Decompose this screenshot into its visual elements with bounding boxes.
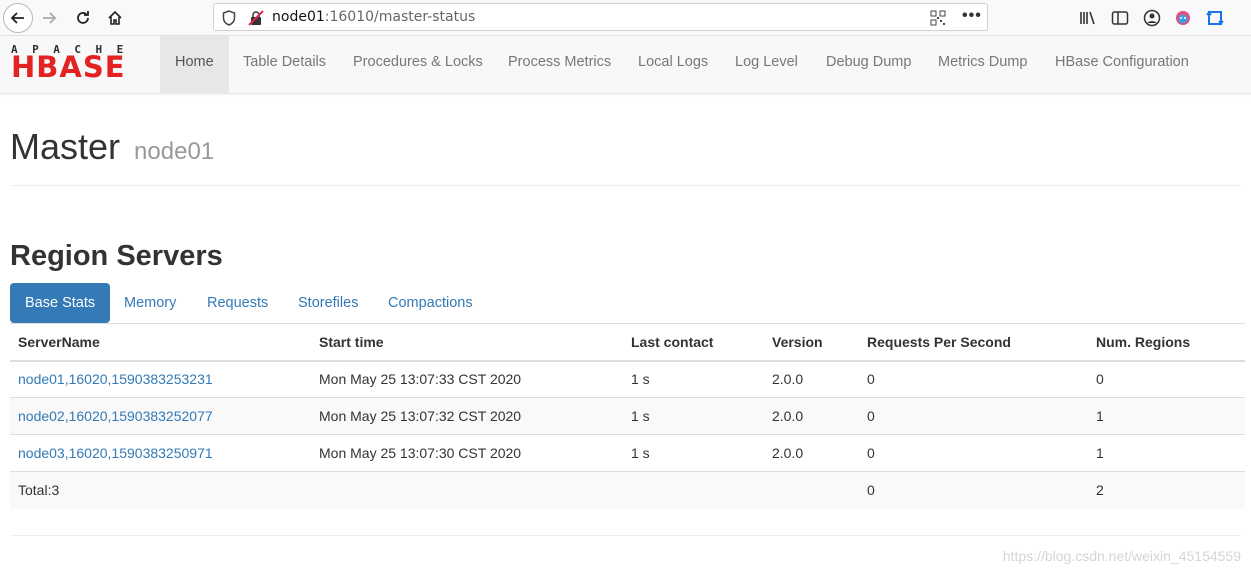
total-label-cell: Total:3: [10, 471, 311, 509]
total-requests-cell: 0: [859, 471, 1088, 509]
tab-memory[interactable]: Memory: [109, 283, 191, 323]
last-contact-cell: 1 s: [623, 397, 764, 435]
qr-code-icon[interactable]: [930, 10, 946, 31]
column-header[interactable]: Version: [764, 323, 859, 362]
total-row: Total:3 0 2: [10, 471, 1245, 509]
browser-toolbar: node01:16010/master-status •••: [0, 0, 1251, 36]
reload-icon: [77, 11, 89, 24]
column-header[interactable]: Requests Per Second: [859, 323, 1088, 362]
num-regions-cell: 1: [1088, 397, 1245, 435]
server-name-cell: node01,16020,1590383253231: [10, 360, 311, 398]
reload-button[interactable]: [68, 3, 98, 33]
start-time-cell: Mon May 25 13:07:30 CST 2020: [311, 434, 623, 472]
url-path: :16010/master-status: [324, 9, 476, 25]
total-empty-cell: [764, 471, 859, 509]
page-subtitle: node01: [134, 138, 215, 165]
logo-hbase-text: HBASE: [11, 50, 126, 84]
last-contact-cell: 1 s: [623, 434, 764, 472]
column-header[interactable]: Last contact: [623, 323, 764, 362]
page-header: Master node01: [10, 126, 1241, 186]
url-host: node01: [272, 9, 325, 25]
nav-hbase-configuration[interactable]: HBase Configuration: [1040, 36, 1204, 94]
region-servers-title: Region Servers: [10, 240, 223, 272]
total-empty-cell: [311, 471, 623, 509]
server-name-cell: node03,16020,1590383250971: [10, 434, 311, 472]
column-header[interactable]: Start time: [311, 323, 623, 362]
version-cell: 2.0.0: [764, 360, 859, 398]
column-header[interactable]: Num. Regions: [1088, 323, 1245, 362]
nav-process-metrics[interactable]: Process Metrics: [493, 36, 626, 94]
insecure-connection-icon[interactable]: [248, 10, 264, 31]
server-link[interactable]: node03,16020,1590383250971: [18, 445, 213, 461]
table-row: node01,16020,1590383253231 Mon May 25 13…: [10, 360, 1245, 398]
server-name-cell: node02,16020,1590383252077: [10, 397, 311, 435]
bottom-divider: [10, 535, 1241, 536]
shield-icon[interactable]: [222, 10, 236, 31]
more-actions-icon[interactable]: •••: [962, 7, 982, 25]
back-button[interactable]: [3, 3, 33, 33]
tab-base-stats[interactable]: Base Stats: [10, 283, 111, 323]
region-servers-table: ServerName Start time Last contact Versi…: [10, 323, 1245, 509]
extension-icon[interactable]: [1173, 8, 1193, 28]
nav-metrics-dump[interactable]: Metrics Dump: [923, 36, 1042, 94]
hbase-logo[interactable]: APACHE HBASE: [11, 43, 147, 84]
arrow-left-icon: [10, 12, 24, 24]
forward-button[interactable]: [34, 3, 64, 33]
num-regions-cell: 1: [1088, 434, 1245, 472]
account-icon[interactable]: [1142, 8, 1162, 28]
column-header[interactable]: ServerName: [10, 323, 311, 362]
total-empty-cell: [623, 471, 764, 509]
total-regions-cell: 2: [1088, 471, 1245, 509]
start-time-cell: Mon May 25 13:07:33 CST 2020: [311, 360, 623, 398]
start-time-cell: Mon May 25 13:07:32 CST 2020: [311, 397, 623, 435]
requests-per-second-cell: 0: [859, 360, 1088, 398]
address-bar[interactable]: node01:16010/master-status •••: [213, 3, 988, 31]
table-header-row: ServerName Start time Last contact Versi…: [10, 323, 1245, 362]
nav-local-logs[interactable]: Local Logs: [623, 36, 723, 94]
page-title: Master node01: [10, 126, 1241, 168]
nav-table-details[interactable]: Table Details: [228, 36, 341, 94]
library-icon[interactable]: [1078, 8, 1098, 28]
app-navbar: APACHE HBASE Home Table Details Procedur…: [0, 36, 1251, 94]
version-cell: 2.0.0: [764, 397, 859, 435]
num-regions-cell: 0: [1088, 360, 1245, 398]
tab-requests[interactable]: Requests: [192, 283, 283, 323]
region-servers-table-wrap: ServerName Start time Last contact Versi…: [10, 323, 1245, 509]
requests-per-second-cell: 0: [859, 434, 1088, 472]
home-icon: [108, 10, 122, 25]
table-row: node03,16020,1590383250971 Mon May 25 13…: [10, 434, 1245, 472]
nav-log-level[interactable]: Log Level: [720, 36, 813, 94]
last-contact-cell: 1 s: [623, 360, 764, 398]
url-text[interactable]: node01:16010/master-status: [272, 9, 475, 25]
nav-home[interactable]: Home: [160, 36, 229, 94]
nav-procedures-locks[interactable]: Procedures & Locks: [338, 36, 498, 94]
tab-storefiles[interactable]: Storefiles: [283, 283, 373, 323]
sidebar-icon[interactable]: [1110, 8, 1130, 28]
nav-debug-dump[interactable]: Debug Dump: [811, 36, 926, 94]
watermark-text: https://blog.csdn.net/weixin_45154559: [1002, 548, 1241, 564]
arrow-right-icon: [43, 12, 57, 24]
server-link[interactable]: node02,16020,1590383252077: [18, 408, 213, 424]
version-cell: 2.0.0: [764, 434, 859, 472]
tab-compactions[interactable]: Compactions: [373, 283, 488, 323]
table-row: node02,16020,1590383252077 Mon May 25 13…: [10, 397, 1245, 435]
server-link[interactable]: node01,16020,1590383253231: [18, 371, 213, 387]
requests-per-second-cell: 0: [859, 397, 1088, 435]
page-title-text: Master: [10, 126, 121, 167]
home-button[interactable]: [100, 3, 130, 33]
sync-icon[interactable]: [1205, 8, 1225, 28]
